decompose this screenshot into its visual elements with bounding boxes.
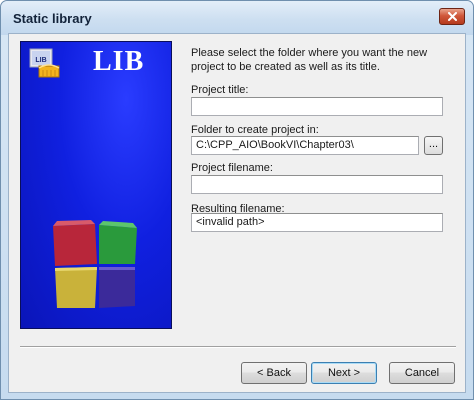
cubes-graphic: [53, 220, 137, 308]
cancel-button[interactable]: Cancel: [389, 362, 455, 384]
banner-logo-text: LIB: [93, 46, 145, 77]
project-filename-label: Project filename:: [191, 162, 273, 174]
folder-label: Folder to create project in:: [191, 124, 319, 136]
library-icon: LIB: [29, 48, 60, 78]
title-bar[interactable]: Static library: [1, 1, 473, 35]
wizard-window: Static library LIB LIB Please select the…: [0, 0, 474, 400]
button-separator: [20, 346, 456, 348]
project-filename-input[interactable]: [191, 175, 443, 194]
resulting-filename-field: <invalid path>: [191, 213, 443, 232]
project-title-input[interactable]: [191, 97, 443, 116]
badge-label: LIB: [35, 57, 46, 64]
back-button[interactable]: < Back: [241, 362, 307, 384]
folder-input[interactable]: C:\CPP_AIO\BookVI\Chapter03\: [191, 136, 419, 155]
next-button[interactable]: Next >: [311, 362, 377, 384]
close-button[interactable]: [439, 8, 465, 25]
instructions-text: Please select the folder where you want …: [191, 47, 428, 73]
window-title: Static library: [13, 11, 92, 26]
browse-button[interactable]: ...: [424, 136, 443, 155]
wizard-client-area: LIB LIB Please select the folder where y…: [8, 33, 466, 393]
close-icon: [448, 12, 457, 21]
project-title-label: Project title:: [191, 84, 249, 96]
wizard-banner: LIB LIB: [20, 41, 172, 329]
